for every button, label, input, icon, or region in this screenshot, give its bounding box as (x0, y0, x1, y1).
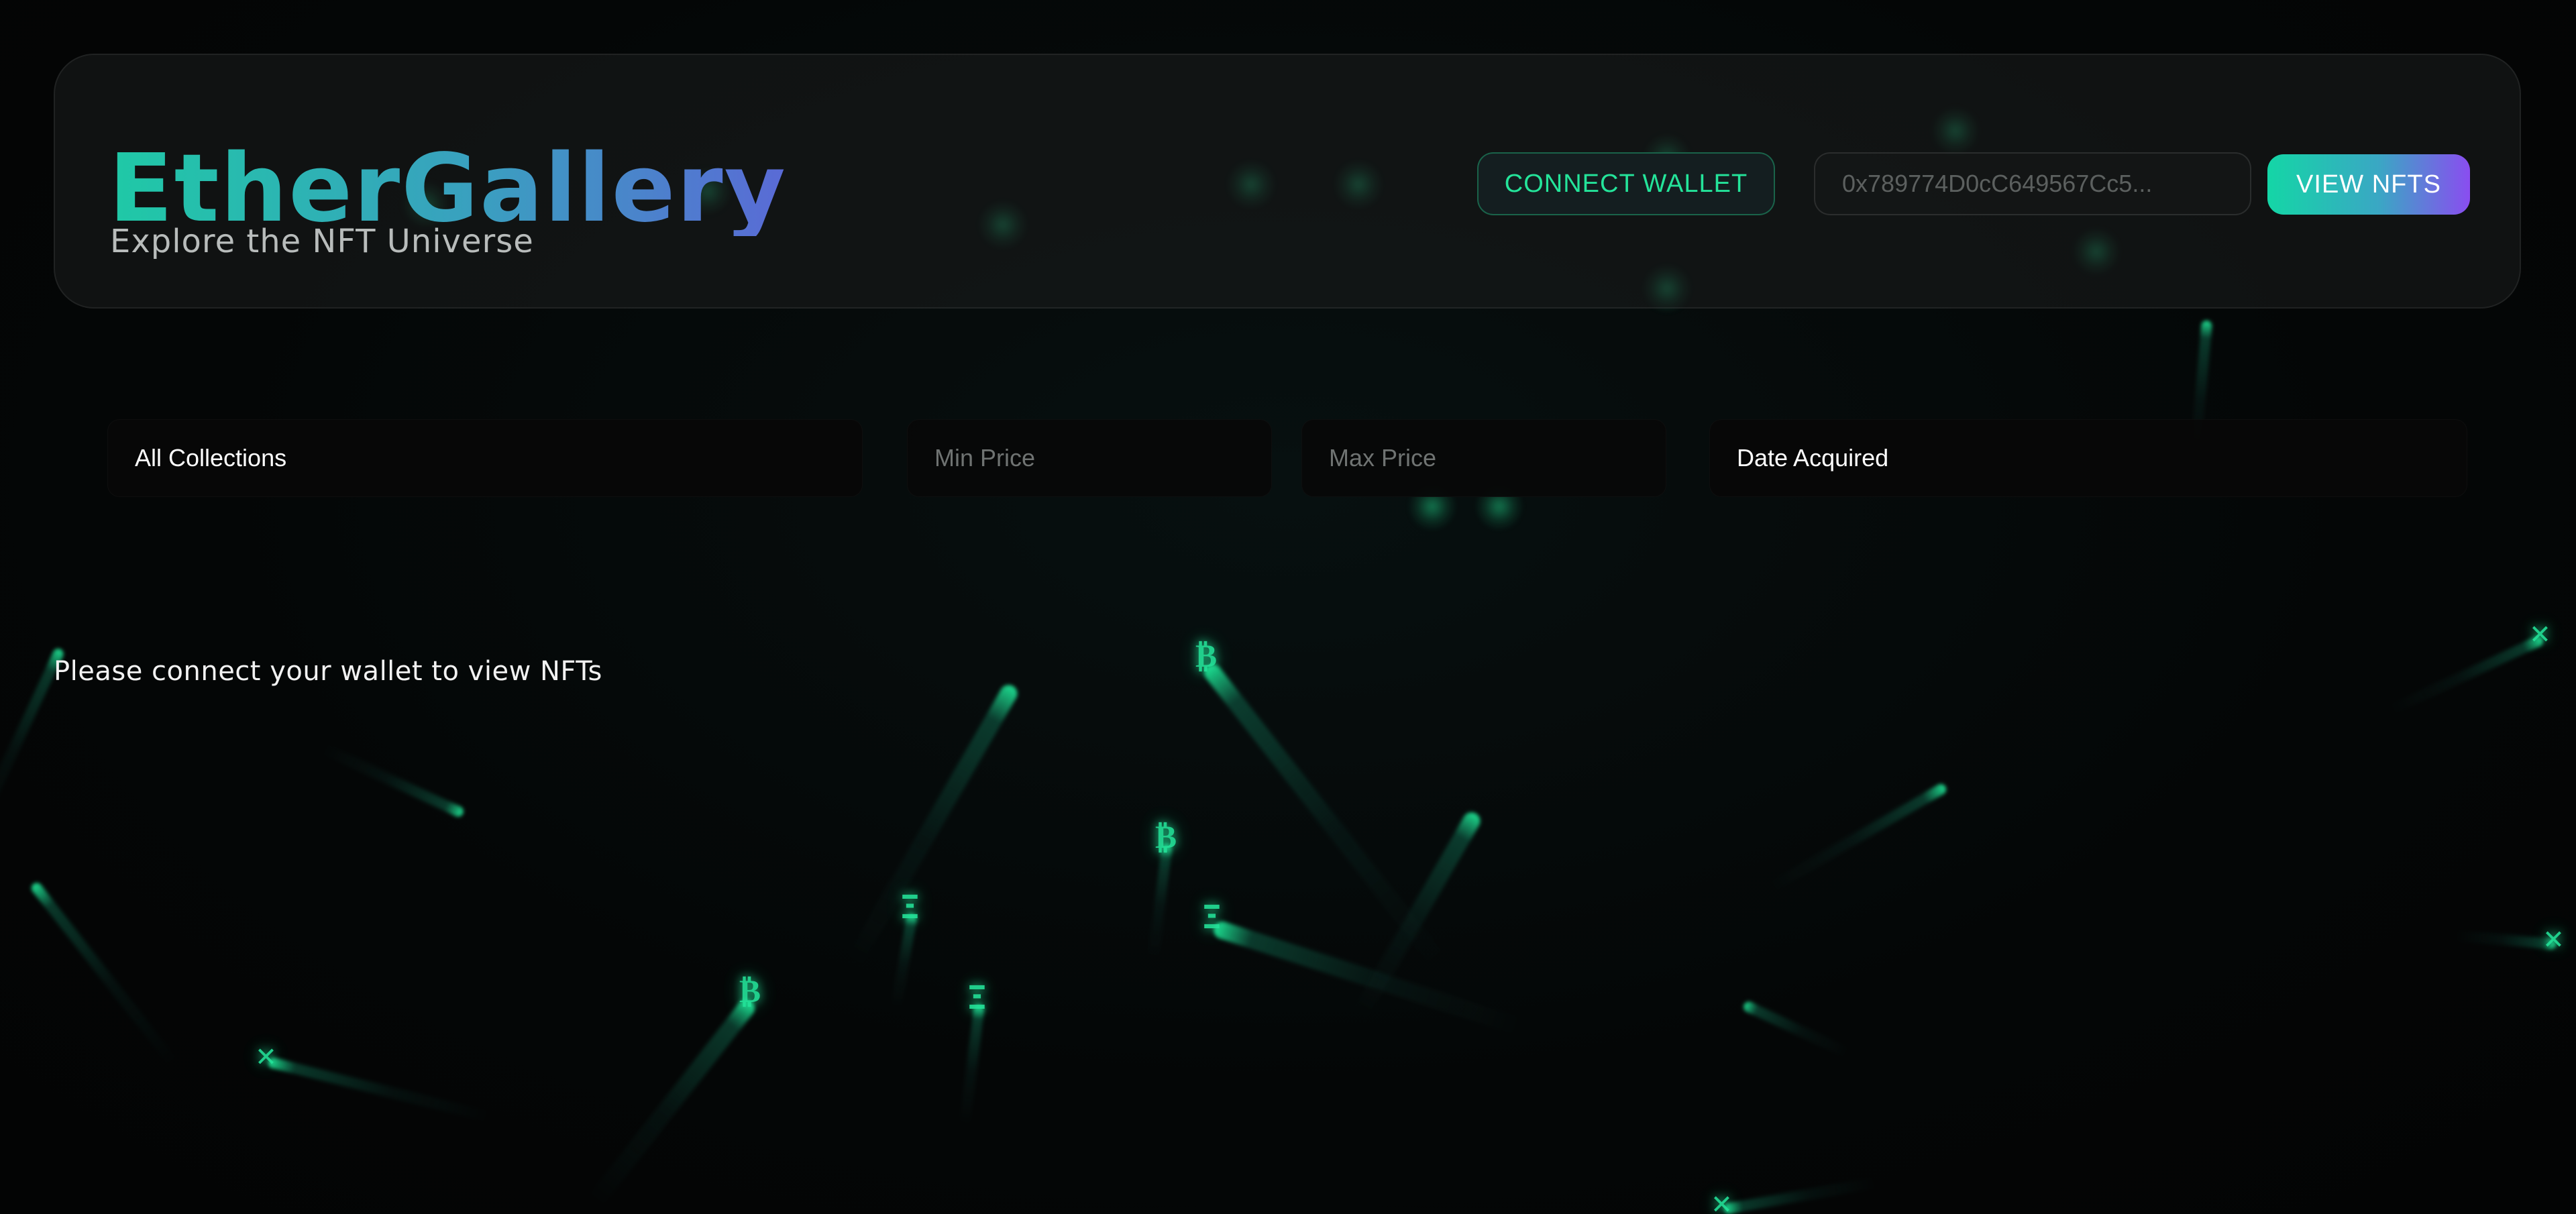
brand-subtitle: Explore the NFT Universe (110, 223, 534, 260)
falling-streak (890, 913, 918, 1008)
falling-streak (1741, 999, 1850, 1058)
view-nfts-button[interactable]: VIEW NFTS (2267, 154, 2470, 215)
falling-streak (29, 881, 178, 1067)
brand-title: EtherGallery (109, 134, 787, 243)
connect-wallet-button[interactable]: CONNECT WALLET (1477, 152, 1775, 215)
crypto-glyph: ₿ (1155, 818, 1177, 856)
crypto-glyph: ✕ (2544, 919, 2563, 956)
max-price-field[interactable] (1301, 419, 1666, 497)
crypto-glyph: Ξ (967, 979, 987, 1017)
sort-select-value: Date Acquired (1737, 444, 1889, 472)
crypto-glyph: ₿ (739, 973, 761, 1010)
crypto-glyph: ✕ (256, 1036, 276, 1074)
wallet-address-input[interactable] (1814, 152, 2251, 215)
min-price-input[interactable] (934, 444, 1244, 472)
app-root: ₿ ₿ Ξ Ξ Ξ ₿ ✕ ✕ ✕ ✕ EtherGallery Explore the NFT … (0, 0, 2576, 1214)
falling-streak (321, 743, 466, 819)
min-price-field[interactable] (907, 419, 1272, 497)
falling-streak (2455, 930, 2557, 950)
falling-streak (1148, 843, 1173, 958)
falling-streak (1211, 919, 1523, 1036)
crypto-glyph: ₿ (1195, 637, 1218, 675)
crypto-glyph: ✕ (2530, 614, 2550, 651)
falling-streak (1350, 809, 1484, 1022)
max-price-input[interactable] (1329, 444, 1639, 472)
falling-streak (1723, 1177, 1877, 1214)
crypto-glyph: Ξ (1202, 899, 1222, 936)
falling-streak (844, 681, 1021, 970)
crypto-glyph: Ξ (900, 889, 920, 926)
falling-streak (2388, 634, 2545, 715)
crypto-glyph: ✕ (1712, 1184, 1731, 1214)
sort-select[interactable]: Date Acquired (1709, 419, 2467, 497)
falling-streak (1768, 782, 1948, 892)
falling-streak (587, 995, 759, 1208)
falling-streak (959, 1004, 985, 1125)
empty-state-message: Please connect your wallet to view NFTs (54, 656, 602, 687)
falling-streak (267, 1056, 491, 1123)
collection-select[interactable]: All Collections (107, 419, 863, 497)
header-panel: EtherGallery Explore the NFT Universe CO… (54, 54, 2521, 309)
collection-select-value: All Collections (135, 444, 287, 472)
falling-streak (1200, 660, 1446, 968)
